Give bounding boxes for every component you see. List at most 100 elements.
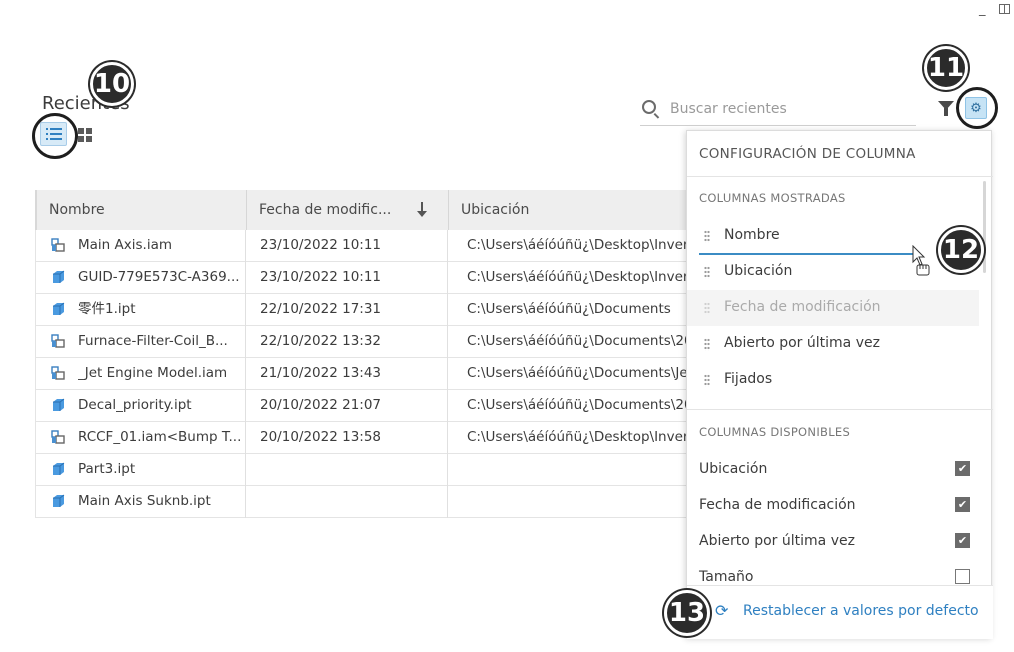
table-row[interactable]: Furnace-Filter-Coil_B... 22/10/2022 13:32… bbox=[35, 326, 691, 358]
grid-view-icon bbox=[86, 136, 92, 142]
cell-location: C:\Users\áéíóúñü¿\Desktop\Inver bbox=[467, 429, 689, 445]
cell-location bbox=[467, 486, 691, 518]
table-row[interactable]: _Jet Engine Model.iam 21/10/2022 13:43 C:\… bbox=[35, 358, 690, 390]
cell-location: C:\Users\áéíóúñü¿\Desktop\Inver bbox=[467, 237, 689, 253]
sort-descending-icon bbox=[417, 202, 427, 217]
table-header: Nombre Fecha de modific... Ubicación bbox=[35, 190, 690, 230]
refresh-icon[interactable]: ⟳ bbox=[715, 603, 731, 619]
column-divider bbox=[447, 262, 448, 294]
drag-handle-icon[interactable] bbox=[704, 230, 710, 243]
cell-location: C:\Users\áéíóúñü¿\Desktop\Inver bbox=[467, 269, 689, 285]
grid-view-button[interactable] bbox=[76, 126, 94, 144]
table-row[interactable]: Main Axis Suknb.ipt bbox=[35, 486, 690, 518]
cell-date: 21/10/2022 13:43 bbox=[260, 365, 382, 381]
available-columns-label: COLUMNAS DISPONIBLES bbox=[699, 425, 851, 439]
shown-columns-label: COLUMNAS MOSTRADAS bbox=[699, 191, 846, 205]
drag-handle-icon[interactable] bbox=[704, 374, 710, 387]
cell-name: Furnace-Filter-Coil_B... bbox=[78, 333, 228, 349]
shown-column-label: Fecha de modificación bbox=[724, 299, 881, 315]
available-column-label: Ubicación bbox=[699, 461, 768, 477]
column-divider bbox=[245, 454, 246, 486]
cell-name: Part3.ipt bbox=[78, 461, 136, 477]
column-divider bbox=[447, 390, 448, 422]
cell-name: RCCF_01.iam<Bump T... bbox=[78, 429, 242, 445]
column-divider bbox=[447, 486, 448, 518]
shown-column-item[interactable]: Nombre bbox=[687, 218, 979, 254]
grid-view-icon bbox=[78, 136, 84, 142]
shown-column-label: Fijados bbox=[724, 371, 773, 387]
shown-column-item[interactable]: Abierto por última vez bbox=[687, 326, 979, 362]
cell-location: C:\Users\áéíóúñü¿\Documents\20 bbox=[467, 397, 691, 413]
search-input[interactable] bbox=[670, 97, 910, 121]
table-row[interactable]: RCCF_01.iam<Bump T... 20/10/2022 13:58 C:\… bbox=[35, 422, 690, 454]
mouse-cursor-icon bbox=[912, 245, 930, 276]
available-column-label: Fecha de modificación bbox=[699, 497, 856, 513]
column-divider bbox=[245, 422, 246, 454]
part-icon bbox=[53, 270, 65, 283]
cell-name: 零件1.ipt bbox=[78, 301, 136, 317]
table-row[interactable]: GUID-779E573C-A369... 23/10/2022 10:11 C:\… bbox=[35, 262, 690, 294]
available-column-item[interactable]: Ubicación ✔ bbox=[699, 457, 974, 483]
search-box bbox=[640, 94, 916, 126]
grid-view-icon bbox=[86, 128, 92, 134]
column-divider bbox=[447, 454, 448, 486]
divider bbox=[687, 409, 993, 410]
column-divider bbox=[245, 358, 246, 390]
column-divider bbox=[447, 294, 448, 326]
column-divider bbox=[245, 294, 246, 326]
part-icon bbox=[53, 494, 65, 507]
column-header-date[interactable]: Fecha de modific... bbox=[247, 190, 449, 230]
highlight-ring bbox=[956, 87, 998, 129]
table-row[interactable]: 零件1.ipt 22/10/2022 17:31 C:\Users\áéíóúñü¿… bbox=[35, 294, 690, 326]
cell-date: 20/10/2022 21:07 bbox=[260, 397, 382, 413]
restore-button[interactable] bbox=[999, 4, 1010, 14]
column-checkbox[interactable]: ✔ bbox=[955, 497, 970, 512]
part-icon bbox=[53, 462, 65, 475]
grid-view-icon bbox=[78, 128, 84, 134]
part-icon bbox=[53, 398, 65, 411]
column-checkbox[interactable]: ✔ bbox=[955, 461, 970, 476]
search-icon bbox=[642, 100, 656, 114]
minimize-button[interactable]: _ bbox=[979, 2, 986, 17]
column-divider bbox=[447, 422, 448, 454]
shown-column-item[interactable]: Fijados bbox=[687, 362, 979, 398]
panel-scrollbar[interactable] bbox=[983, 181, 986, 273]
column-header-location[interactable]: Ubicación bbox=[449, 190, 692, 230]
column-checkbox[interactable] bbox=[955, 569, 970, 584]
cell-location bbox=[467, 454, 691, 486]
column-checkbox[interactable]: ✔ bbox=[955, 533, 970, 548]
column-header-name[interactable]: Nombre bbox=[37, 190, 247, 230]
callout-10: 10 bbox=[90, 62, 134, 106]
cell-name: GUID-779E573C-A369... bbox=[78, 269, 240, 285]
reset-defaults-link[interactable]: Restablecer a valores por defecto bbox=[743, 603, 979, 619]
cell-date bbox=[260, 454, 446, 486]
drag-handle-icon[interactable] bbox=[704, 266, 710, 279]
table-row[interactable]: Part3.ipt bbox=[35, 454, 690, 486]
callout-12: 12 bbox=[938, 227, 984, 273]
column-config-panel: CONFIGURACIÓN DE COLUMNA COLUMNAS MOSTRA… bbox=[686, 130, 993, 639]
callout-11: 11 bbox=[924, 46, 968, 90]
available-column-item[interactable]: Abierto por última vez ✔ bbox=[699, 529, 974, 555]
column-divider bbox=[245, 390, 246, 422]
cell-name: _Jet Engine Model.iam bbox=[78, 365, 228, 381]
cell-name: Main Axis.iam bbox=[78, 237, 172, 253]
available-column-label: Abierto por última vez bbox=[699, 533, 855, 549]
column-divider bbox=[447, 326, 448, 358]
divider bbox=[687, 176, 993, 177]
shown-column-item[interactable]: Ubicación bbox=[687, 254, 979, 290]
filter-icon[interactable] bbox=[938, 101, 954, 116]
cell-date: 23/10/2022 10:11 bbox=[260, 269, 382, 285]
table-row[interactable]: Main Axis.iam 23/10/2022 10:11 C:\Users\áé… bbox=[35, 230, 690, 262]
cell-date: 22/10/2022 13:32 bbox=[260, 333, 382, 349]
cell-date: 20/10/2022 13:58 bbox=[260, 429, 382, 445]
cell-location: C:\Users\áéíóúñü¿\Documents\20 bbox=[467, 333, 691, 349]
drag-handle-icon[interactable] bbox=[704, 338, 710, 351]
assembly-icon bbox=[51, 238, 65, 252]
cell-date: 23/10/2022 10:11 bbox=[260, 237, 382, 253]
column-divider bbox=[245, 262, 246, 294]
available-column-item[interactable]: Fecha de modificación ✔ bbox=[699, 493, 974, 519]
shown-column-label: Nombre bbox=[724, 227, 780, 243]
cell-name: Main Axis Suknb.ipt bbox=[78, 493, 211, 509]
column-divider bbox=[447, 230, 448, 262]
table-row[interactable]: Decal_priority.ipt 20/10/2022 21:07 C:\Use… bbox=[35, 390, 691, 422]
